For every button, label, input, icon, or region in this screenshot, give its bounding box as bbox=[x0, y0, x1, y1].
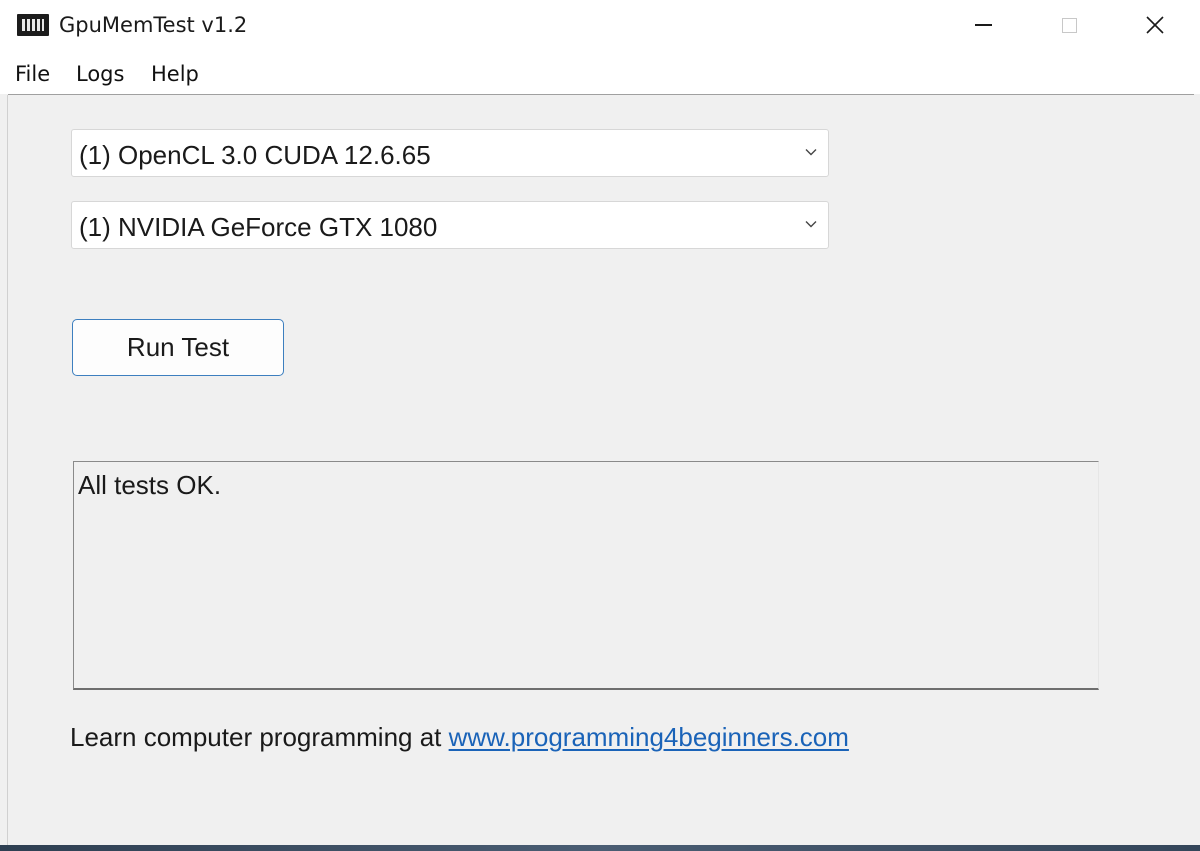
window-title: GpuMemTest v1.2 bbox=[59, 13, 248, 37]
run-test-button[interactable]: Run Test bbox=[72, 319, 284, 376]
maximize-icon bbox=[1061, 17, 1077, 33]
menu-help[interactable]: Help bbox=[151, 62, 199, 86]
device-select-value: (1) NVIDIA GeForce GTX 1080 bbox=[79, 212, 438, 242]
minimize-button[interactable] bbox=[938, 0, 1028, 50]
platform-select[interactable]: (1) OpenCL 3.0 CUDA 12.6.65 bbox=[71, 129, 829, 177]
chevron-down-icon bbox=[805, 221, 817, 228]
client-edge bbox=[7, 95, 8, 845]
title-bar[interactable]: GpuMemTest v1.2 bbox=[0, 0, 1200, 54]
app-memory-chip-icon bbox=[17, 14, 49, 36]
device-select[interactable]: (1) NVIDIA GeForce GTX 1080 bbox=[71, 201, 829, 249]
menu-logs[interactable]: Logs bbox=[76, 62, 124, 86]
platform-select-value: (1) OpenCL 3.0 CUDA 12.6.65 bbox=[79, 140, 431, 170]
menu-bar: File Logs Help bbox=[0, 54, 1200, 94]
footer-text: Learn computer programming at www.progra… bbox=[70, 722, 849, 753]
chevron-down-icon bbox=[805, 149, 817, 156]
minimize-icon bbox=[974, 24, 992, 26]
close-button[interactable] bbox=[1110, 0, 1200, 50]
maximize-button bbox=[1024, 0, 1114, 50]
menu-file[interactable]: File bbox=[15, 62, 50, 86]
app-window: GpuMemTest v1.2 File Logs Help (1) OpenC… bbox=[0, 0, 1200, 851]
footer-prefix: Learn computer programming at bbox=[70, 722, 449, 752]
desktop-background-strip bbox=[0, 845, 1200, 851]
results-textbox[interactable]: All tests OK. bbox=[73, 461, 1099, 690]
results-text: All tests OK. bbox=[78, 470, 222, 500]
website-link[interactable]: www.programming4beginners.com bbox=[449, 722, 849, 752]
menu-divider bbox=[8, 94, 1194, 95]
close-icon bbox=[1146, 16, 1164, 34]
